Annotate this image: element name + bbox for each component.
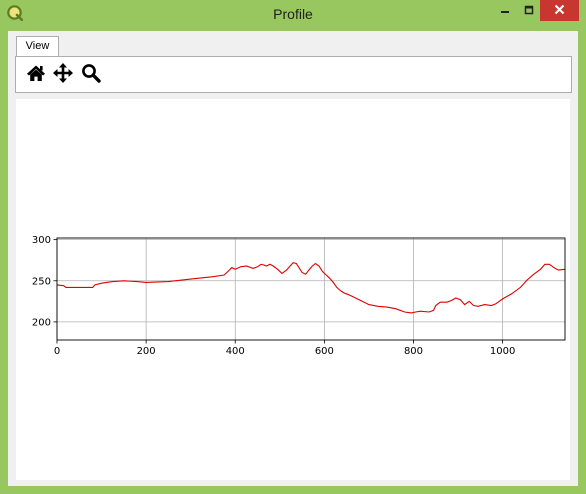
tab-view[interactable]: View — [16, 36, 59, 57]
plot-toolbar — [15, 56, 572, 93]
move-arrows-icon — [52, 62, 74, 89]
x-tick-label-2: 400 — [226, 346, 245, 357]
zoom-button[interactable] — [79, 63, 103, 87]
home-icon — [26, 64, 46, 87]
elevation-profile-line-0 — [56, 262, 566, 314]
profile-chart: 0 200 400 600 800 1000 200 250 300 — [32, 235, 566, 357]
y-tick-label-1: 250 — [32, 276, 51, 287]
x-tick-label-0: 0 — [54, 346, 60, 357]
close-icon — [554, 2, 565, 20]
x-tick-label-5: 1000 — [490, 346, 515, 357]
home-button[interactable] — [24, 63, 48, 87]
maximize-icon — [524, 2, 534, 20]
profile-plot-area[interactable]: 0 200 400 600 800 1000 200 250 300 — [16, 99, 570, 480]
maximize-button[interactable] — [518, 0, 540, 21]
close-button[interactable] — [540, 0, 579, 21]
minimize-button[interactable] — [492, 0, 518, 21]
x-tick-label-4: 800 — [404, 346, 423, 357]
x-tick-label-3: 600 — [315, 346, 334, 357]
plot-frame — [56, 237, 566, 341]
x-tick-label-1: 200 — [137, 346, 156, 357]
profile-window: Profile View 0 200 400 600 800 1000 200 … — [0, 0, 586, 494]
minimize-icon — [500, 2, 510, 20]
pan-button[interactable] — [51, 62, 75, 89]
window-client-area: View 0 200 400 600 800 1000 200 250 300 — [8, 31, 578, 486]
title-bar[interactable]: Profile — [0, 0, 586, 30]
magnifier-icon — [81, 63, 101, 88]
y-tick-label-2: 300 — [32, 235, 51, 246]
y-tick-label-0: 200 — [32, 317, 51, 328]
